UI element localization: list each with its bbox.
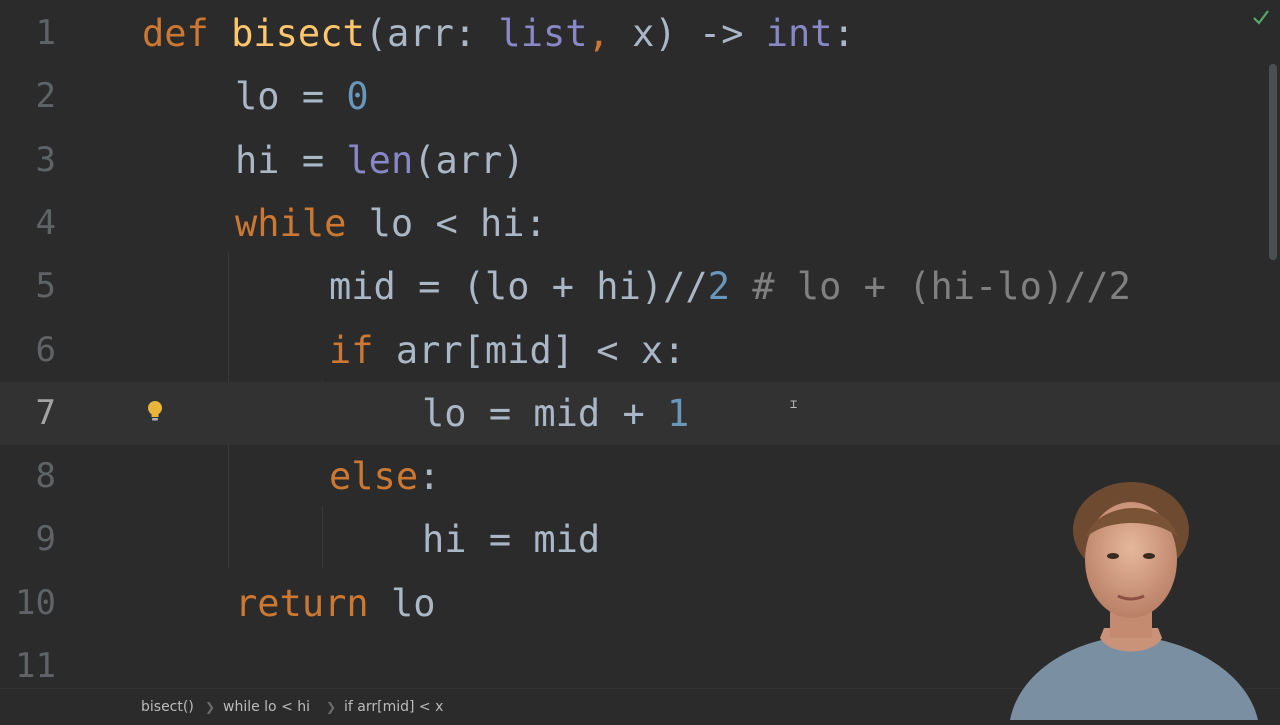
code-token: def bbox=[142, 12, 232, 55]
code-token: lo = mid + bbox=[422, 391, 668, 435]
code-token: if bbox=[329, 328, 396, 372]
code-line[interactable]: 6 if arr[mid] < x: bbox=[0, 319, 1280, 382]
code-token: else bbox=[329, 455, 419, 499]
code-token: (arr: bbox=[364, 12, 499, 55]
code-token: 0 bbox=[346, 75, 369, 119]
code-token: return bbox=[235, 581, 391, 625]
code-token: x) -> bbox=[632, 12, 766, 55]
text-cursor-icon: ⌶ bbox=[790, 397, 798, 411]
code-text[interactable]: else: bbox=[329, 445, 440, 508]
code-text[interactable]: def bisect(arr: list, x) -> int: bbox=[142, 2, 855, 65]
code-token: # lo + (hi-lo)//2 bbox=[752, 265, 1131, 309]
code-token: while bbox=[235, 201, 369, 245]
code-line[interactable]: 1 def bisect(arr: list, x) -> int: bbox=[0, 2, 1280, 65]
code-line[interactable]: 2 lo = 0 bbox=[0, 65, 1280, 128]
code-token: bisect bbox=[231, 12, 365, 55]
code-text[interactable]: lo = 0 bbox=[235, 65, 369, 128]
line-number[interactable]: 10 bbox=[0, 572, 56, 635]
code-text[interactable]: lo = mid + 1 bbox=[422, 382, 689, 445]
code-token: len bbox=[346, 138, 414, 182]
code-line[interactable]: 5 mid = (lo + hi)//2 # lo + (hi-lo)//2 bbox=[0, 255, 1280, 318]
code-text[interactable]: mid = (lo + hi)//2 # lo + (hi-lo)//2 bbox=[329, 255, 1131, 318]
code-token: 1 bbox=[667, 391, 690, 435]
line-number[interactable]: 11 bbox=[0, 635, 56, 688]
line-number[interactable]: 6 bbox=[0, 319, 56, 382]
code-text[interactable]: if arr[mid] < x: bbox=[329, 319, 685, 382]
code-token: lo bbox=[390, 581, 436, 625]
lightbulb-icon[interactable] bbox=[146, 400, 164, 422]
code-token: hi = bbox=[235, 138, 347, 182]
code-token: 2 bbox=[707, 265, 730, 309]
line-number[interactable]: 5 bbox=[0, 255, 56, 318]
code-token: lo = bbox=[235, 75, 347, 119]
code-token: : bbox=[418, 455, 441, 499]
code-line[interactable]: 7 lo = mid + 1 bbox=[0, 381, 1280, 445]
scrollbar-thumb[interactable] bbox=[1269, 64, 1277, 260]
code-token: hi = mid bbox=[422, 518, 601, 562]
line-number[interactable]: 7 bbox=[0, 382, 56, 445]
code-line[interactable]: 3 hi = len(arr) bbox=[0, 129, 1280, 192]
code-token: lo < hi: bbox=[368, 201, 547, 245]
code-token: list bbox=[498, 12, 588, 55]
line-number[interactable]: 1 bbox=[0, 2, 56, 65]
line-number[interactable]: 4 bbox=[0, 192, 56, 255]
code-text[interactable]: while lo < hi: bbox=[235, 192, 547, 255]
code-text[interactable]: hi = len(arr) bbox=[235, 129, 525, 192]
code-token: int bbox=[765, 12, 833, 55]
code-text[interactable]: return lo bbox=[235, 572, 436, 635]
checkmark-icon[interactable] bbox=[1252, 8, 1270, 26]
code-token: mid = (lo + hi)// bbox=[329, 265, 708, 309]
line-number[interactable]: 8 bbox=[0, 445, 56, 508]
code-text[interactable]: hi = mid bbox=[422, 508, 600, 571]
line-number[interactable]: 2 bbox=[0, 65, 56, 128]
code-token: arr[mid] < x: bbox=[395, 328, 686, 372]
code-token: : bbox=[832, 12, 855, 55]
vertical-scrollbar[interactable] bbox=[1266, 30, 1280, 688]
presenter-webcam bbox=[1000, 478, 1262, 720]
code-line[interactable]: 4 while lo < hi: bbox=[0, 192, 1280, 255]
code-token: , bbox=[587, 12, 633, 55]
line-number[interactable]: 9 bbox=[0, 508, 56, 571]
line-number[interactable]: 3 bbox=[0, 129, 56, 192]
code-token: (arr) bbox=[413, 138, 525, 182]
